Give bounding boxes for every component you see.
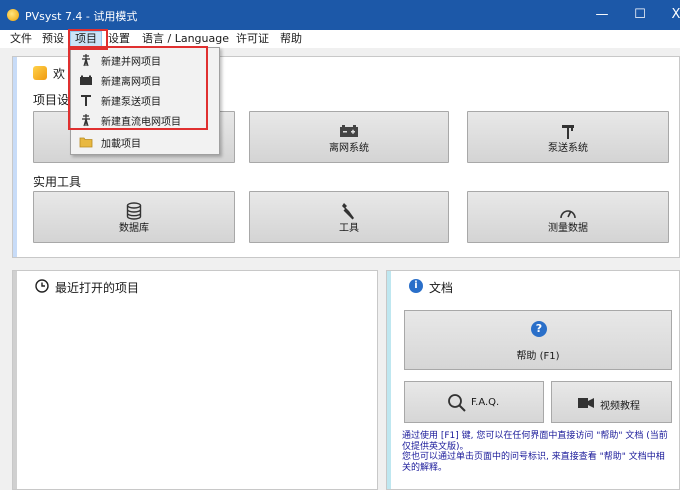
folder-icon [79, 137, 93, 148]
help-question-icon: ? [531, 321, 547, 337]
wrench-icon [342, 203, 354, 220]
menu-file[interactable]: 文件 [6, 31, 36, 47]
menu-item-label: 加載项目 [101, 139, 141, 150]
menu-help[interactable]: 帮助 [276, 31, 306, 47]
project-section-title: 项目设 [33, 93, 70, 107]
database-icon [126, 202, 142, 220]
menu-language[interactable]: 语言 / Language [138, 31, 233, 47]
menu-license[interactable]: 许可证 [232, 31, 273, 47]
help-label: 帮助 (F1) [516, 351, 560, 362]
title-bar: PVsyst 7.4 - 试用模式 — ☐ X [0, 0, 680, 30]
menu-settings[interactable]: 设置 [104, 31, 134, 47]
panel-accent-bar [13, 271, 17, 489]
measured-data-label: 测量数据 [548, 223, 588, 234]
info-icon: i [409, 279, 423, 293]
panel-accent-bar [387, 271, 391, 489]
pumping-label: 泵送系统 [548, 143, 588, 154]
minimize-button[interactable]: — [590, 5, 614, 25]
panel-accent-bar [13, 57, 17, 257]
tools-section-title: 实用工具 [33, 175, 82, 189]
video-tutorial-button[interactable]: 视频教程 [551, 381, 672, 423]
video-tutorial-label: 视频教程 [600, 401, 640, 412]
sun-icon [33, 66, 47, 80]
recent-projects-panel: 最近打开的项目 [12, 270, 378, 490]
pumping-button[interactable]: 泵送系统 [467, 111, 669, 163]
gauge-icon [560, 210, 576, 219]
tools-label: 工具 [339, 223, 359, 234]
battery-icon [340, 125, 358, 137]
menu-item-load-project[interactable]: 加載项目 [71, 132, 219, 152]
window-title: PVsyst 7.4 - 试用模式 [25, 10, 138, 23]
documentation-note: 通过使用 [F1] 键, 您可以在任何界面中直接访问 "帮助" 文档 (当前仅提… [402, 431, 668, 473]
database-label: 数据库 [119, 223, 149, 234]
pump-icon [562, 125, 574, 139]
recent-projects-title: 最近打开的项目 [55, 281, 140, 295]
measured-data-button[interactable]: 测量数据 [467, 191, 669, 243]
video-camera-icon [578, 398, 594, 408]
off-grid-label: 离网系统 [329, 143, 369, 154]
tools-button[interactable]: 工具 [249, 191, 449, 243]
help-button[interactable]: ? 帮助 (F1) [404, 310, 672, 370]
close-button[interactable]: X [664, 5, 680, 25]
off-grid-button[interactable]: 离网系统 [249, 111, 449, 163]
database-button[interactable]: 数据库 [33, 191, 235, 243]
menu-presets[interactable]: 预设 [38, 31, 68, 47]
faq-button[interactable]: F.A.Q. [404, 381, 544, 423]
faq-label: F.A.Q. [471, 397, 500, 408]
highlight-box-items [68, 46, 208, 130]
pvsyst-logo-icon [7, 9, 19, 21]
welcome-title: 欢 [53, 67, 66, 81]
magnifier-icon [448, 394, 466, 412]
maximize-button[interactable]: ☐ [628, 5, 652, 25]
clock-icon [35, 279, 49, 293]
documentation-title: 文档 [429, 281, 454, 295]
